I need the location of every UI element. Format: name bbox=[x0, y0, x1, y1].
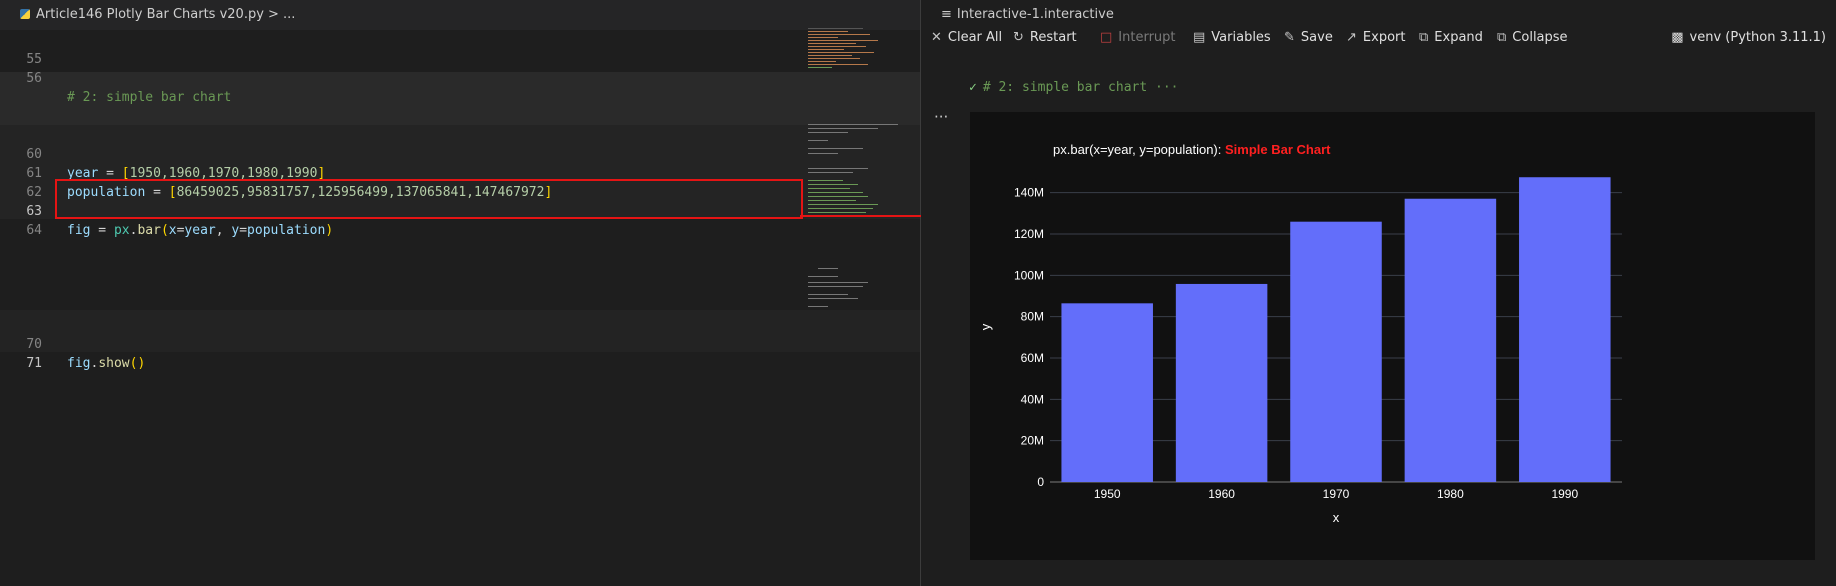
y-tick-labels: 0 20M 40M 60M 80M 100M 120M 140M bbox=[1014, 186, 1044, 489]
bar-chart: px.bar(x=year, y=population): Simple Bar… bbox=[978, 142, 1622, 525]
kernel-label: venv (Python 3.11.1) bbox=[1689, 30, 1826, 45]
code-line[interactable]: 56 # 2: simple bar chart bbox=[0, 50, 920, 105]
menu-icon: ≡ bbox=[941, 7, 952, 22]
y-tick-label: 40M bbox=[1021, 392, 1044, 406]
code-token: fig bbox=[67, 356, 91, 371]
stop-icon: □ bbox=[1100, 30, 1113, 45]
breadcrumb-separator: > bbox=[268, 7, 279, 22]
code-line[interactable]: 71 bbox=[0, 335, 920, 371]
interrupt-label: Interrupt bbox=[1118, 30, 1176, 45]
bar-1970 bbox=[1290, 221, 1382, 482]
check-icon: ✓ bbox=[969, 80, 977, 95]
code-token: show bbox=[98, 356, 130, 371]
code-line[interactable]: 70 fig.show() bbox=[0, 316, 920, 371]
y-tick-label: 100M bbox=[1014, 268, 1044, 282]
code-line[interactable]: 61 population = [86459025,95831757,12595… bbox=[0, 145, 920, 200]
bar-1950 bbox=[1061, 303, 1153, 482]
y-tick-label: 20M bbox=[1021, 434, 1044, 448]
kernel-picker[interactable]: ▩ venv (Python 3.11.1) bbox=[1671, 30, 1826, 45]
variables-icon: ▤ bbox=[1193, 30, 1206, 45]
y-tick-label: 60M bbox=[1021, 351, 1044, 365]
save-button[interactable]: ✎ Save bbox=[1284, 30, 1333, 45]
bar-1980 bbox=[1404, 198, 1497, 482]
x-tick-label: 1960 bbox=[1208, 487, 1235, 501]
y-axis-label: y bbox=[978, 323, 993, 330]
x-tick-label: 1990 bbox=[1551, 487, 1578, 501]
expand-icon: ⧉ bbox=[1419, 30, 1429, 45]
editor-breadcrumb-bar: Article146 Plotly Bar Charts v20.py >... bbox=[0, 0, 920, 30]
interactive-title: Interactive-1.interactive bbox=[956, 7, 1114, 22]
cell-more-actions[interactable]: ··· bbox=[934, 108, 948, 126]
collapse-icon: ⧉ bbox=[1497, 30, 1507, 45]
close-icon: ✕ bbox=[931, 30, 942, 45]
code-token: x bbox=[168, 223, 177, 238]
plot-output: px.bar(x=year, y=population): Simple Bar… bbox=[970, 112, 1815, 560]
code-text: fig = px.bar(x=year, y=population) bbox=[67, 223, 334, 238]
python-file-icon bbox=[20, 9, 30, 19]
bars bbox=[1061, 177, 1611, 482]
y-tick-label: 80M bbox=[1021, 310, 1044, 324]
clear-all-label: Clear All bbox=[947, 30, 1003, 45]
export-icon: ↗ bbox=[1346, 30, 1357, 45]
annotation-highlight-box bbox=[55, 179, 803, 219]
line-number: 56 bbox=[26, 71, 42, 86]
code-line[interactable]: 60 year = [1950,1960,1970,1980,1990] bbox=[0, 126, 920, 181]
x-tick-label: 1980 bbox=[1437, 487, 1464, 501]
code-token: px bbox=[113, 223, 130, 238]
kernel-icon: ▩ bbox=[1671, 30, 1684, 45]
expand-label: Expand bbox=[1434, 30, 1483, 45]
export-label: Export bbox=[1362, 30, 1406, 45]
code-token: bar bbox=[137, 223, 161, 238]
collapse-label: Collapse bbox=[1512, 30, 1568, 45]
cell-header-text: # 2: simple bar chart ··· bbox=[982, 80, 1179, 95]
x-tick-label: 1970 bbox=[1323, 487, 1350, 501]
editor-pane: Article146 Plotly Bar Charts v20.py >...… bbox=[0, 0, 920, 586]
bar-1960 bbox=[1175, 283, 1268, 482]
save-label: Save bbox=[1300, 30, 1333, 45]
variables-label: Variables bbox=[1211, 30, 1271, 45]
breadcrumb[interactable]: Article146 Plotly Bar Charts v20.py >... bbox=[20, 7, 295, 22]
code-token: population bbox=[247, 223, 326, 238]
save-icon: ✎ bbox=[1284, 30, 1295, 45]
x-tick-labels: 1950 1960 1970 1980 1990 bbox=[1094, 487, 1579, 501]
y-tick-label: 0 bbox=[1037, 475, 1044, 489]
bar-1990 bbox=[1519, 177, 1611, 482]
collapse-button[interactable]: ⧉ Collapse bbox=[1497, 30, 1568, 45]
chart-title-highlight: Simple Bar Chart bbox=[1225, 142, 1331, 157]
code-text: fig.show() bbox=[67, 356, 146, 371]
y-tick-label: 120M bbox=[1014, 227, 1044, 241]
chart-title: px.bar(x=year, y=population): Simple Bar… bbox=[1053, 142, 1331, 157]
variables-button[interactable]: ▤ Variables bbox=[1193, 30, 1271, 45]
line-number: 71 bbox=[26, 356, 42, 371]
line-number: 64 bbox=[26, 223, 42, 238]
x-axis-label: x bbox=[1333, 510, 1340, 525]
x-tick-label: 1950 bbox=[1094, 487, 1121, 501]
interrupt-button[interactable]: □ Interrupt bbox=[1100, 30, 1176, 45]
code-token: fig bbox=[67, 223, 91, 238]
clear-all-button[interactable]: ✕ Clear All bbox=[931, 30, 1002, 45]
code-comment: # 2: simple bar chart bbox=[67, 90, 232, 105]
restart-label: Restart bbox=[1029, 30, 1077, 45]
minimap[interactable] bbox=[808, 28, 908, 358]
interactive-window-title[interactable]: ≡ Interactive-1.interactive bbox=[941, 7, 1114, 22]
expand-button[interactable]: ⧉ Expand bbox=[1419, 30, 1483, 45]
breadcrumb-more[interactable]: ... bbox=[283, 7, 295, 22]
code-token: year bbox=[184, 223, 216, 238]
export-button[interactable]: ↗ Export bbox=[1346, 30, 1405, 45]
chart-title-prefix: px.bar(x=year, y=population): bbox=[1053, 142, 1225, 157]
code-line[interactable]: 55 bbox=[0, 31, 920, 67]
breadcrumb-file[interactable]: Article146 Plotly Bar Charts v20.py bbox=[36, 7, 264, 22]
y-tick-label: 140M bbox=[1014, 186, 1044, 200]
cell-header[interactable]: ✓ # 2: simple bar chart ··· bbox=[969, 80, 1179, 95]
restart-button[interactable]: ↻ Restart bbox=[1013, 30, 1077, 45]
restart-icon: ↻ bbox=[1013, 30, 1024, 45]
